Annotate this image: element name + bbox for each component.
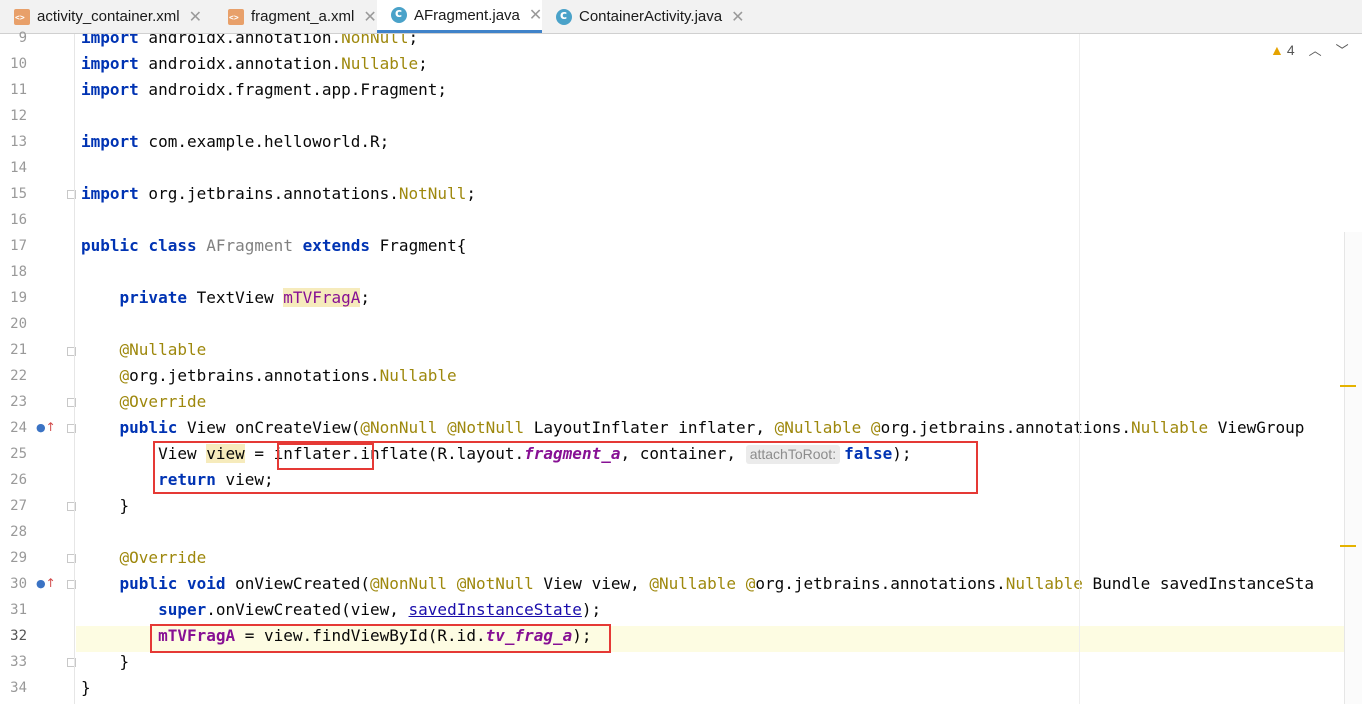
code-line-27: } [81, 496, 130, 515]
tab-label: fragment_a.xml [251, 8, 355, 25]
code-line-11: import androidx.fragment.app.Fragment; [81, 80, 448, 99]
line-number: 14 [10, 160, 27, 176]
code-line-10: import androidx.annotation.Nullable; [81, 54, 428, 73]
code-line-17: public class AFragment extends Fragment{ [81, 236, 467, 255]
editor-tab-bar: activity_container.xml ✕ fragment_a.xml … [0, 0, 1362, 34]
xml-file-icon [14, 8, 30, 25]
line-number: 32 [10, 628, 27, 644]
warning-stripe-marker[interactable] [1340, 545, 1356, 547]
line-number: 21 [10, 342, 27, 358]
gutter-separator [74, 34, 75, 704]
line-number: 13 [10, 134, 27, 150]
tab-label: ContainerActivity.java [579, 8, 723, 25]
line-number: 17 [10, 238, 27, 254]
code-line-30: public void onViewCreated(@NonNull @NotN… [119, 574, 1315, 593]
line-number: 9 [18, 30, 27, 46]
code-editor[interactable]: import androidx.annotation.NonNull; impo… [0, 34, 1362, 704]
line-number: 16 [10, 212, 27, 228]
chevron-up-icon[interactable]: ︿ [1309, 40, 1322, 59]
line-number: 34 [10, 680, 27, 696]
line-number: 19 [10, 290, 27, 306]
line-number: 30 [10, 576, 27, 592]
code-line-29: @Override [119, 548, 207, 567]
code-line-31: super.onViewCreated(view, savedInstanceS… [158, 600, 602, 619]
line-number: 25 [10, 446, 27, 462]
override-method-icon[interactable]: ●↑ [36, 420, 56, 434]
line-number: 24 [10, 420, 27, 436]
line-number: 31 [10, 602, 27, 618]
code-line-19: private TextView mTVFragA; [119, 288, 370, 307]
xml-file-icon [228, 8, 244, 25]
tab-containeractivity-java[interactable]: ContainerActivity.java ✕ [542, 0, 762, 33]
java-class-icon [391, 6, 407, 23]
chevron-down-icon[interactable]: ﹀ [1336, 40, 1349, 59]
line-number: 28 [10, 524, 27, 540]
inspection-widget[interactable]: ▲ 4 ︿ ﹀ [1270, 40, 1349, 59]
highlight-box-inflater [277, 443, 374, 470]
line-number-gutter: 9 10 11 12 13 14 15 16 17 18 19 20 21 22… [0, 30, 76, 704]
close-icon[interactable]: ✕ [189, 7, 202, 27]
close-icon[interactable]: ✕ [731, 7, 744, 27]
warning-icon: ▲ [1270, 41, 1284, 58]
line-number: 33 [10, 654, 27, 670]
tab-label: activity_container.xml [37, 8, 180, 25]
tab-activity-container-xml[interactable]: activity_container.xml ✕ [0, 0, 214, 33]
line-number: 20 [10, 316, 27, 332]
line-number: 29 [10, 550, 27, 566]
warning-stripe-marker[interactable] [1340, 385, 1356, 387]
code-line-23: @Override [119, 392, 207, 411]
close-icon[interactable]: ✕ [363, 7, 376, 27]
code-line-9: import androidx.annotation.NonNull; [81, 34, 419, 47]
tab-fragment-a-xml[interactable]: fragment_a.xml ✕ [214, 0, 377, 33]
code-line-22: @org.jetbrains.annotations.Nullable [119, 366, 457, 385]
line-number: 12 [10, 108, 27, 124]
warning-count: 4 [1286, 41, 1295, 58]
tab-afragment-java[interactable]: AFragment.java ✕ [377, 0, 542, 33]
code-line-33: } [81, 652, 130, 671]
code-line-13: import com.example.helloworld.R; [81, 132, 390, 151]
code-line-24: public View onCreateView(@NonNull @NotNu… [119, 418, 1305, 437]
code-line-15: import org.jetbrains.annotations.NotNull… [81, 184, 476, 203]
close-icon[interactable]: ✕ [529, 5, 542, 25]
line-number: 27 [10, 498, 27, 514]
tab-label: AFragment.java [414, 6, 520, 24]
line-number: 11 [10, 82, 27, 98]
vertical-scrollbar[interactable] [1344, 232, 1362, 704]
line-number: 10 [10, 56, 27, 72]
code-line-34: } [81, 678, 91, 697]
override-method-icon[interactable]: ●↑ [36, 576, 56, 590]
right-margin-guide [1079, 34, 1080, 704]
line-number: 26 [10, 472, 27, 488]
line-number: 23 [10, 394, 27, 410]
highlight-box-findviewbyid [150, 624, 611, 653]
line-number: 15 [10, 186, 27, 202]
line-number: 18 [10, 264, 27, 280]
line-number: 22 [10, 368, 27, 384]
parameter-reference-link[interactable]: savedInstanceState [409, 600, 582, 619]
code-line-21: @Nullable [119, 340, 207, 359]
java-class-icon [556, 8, 572, 25]
